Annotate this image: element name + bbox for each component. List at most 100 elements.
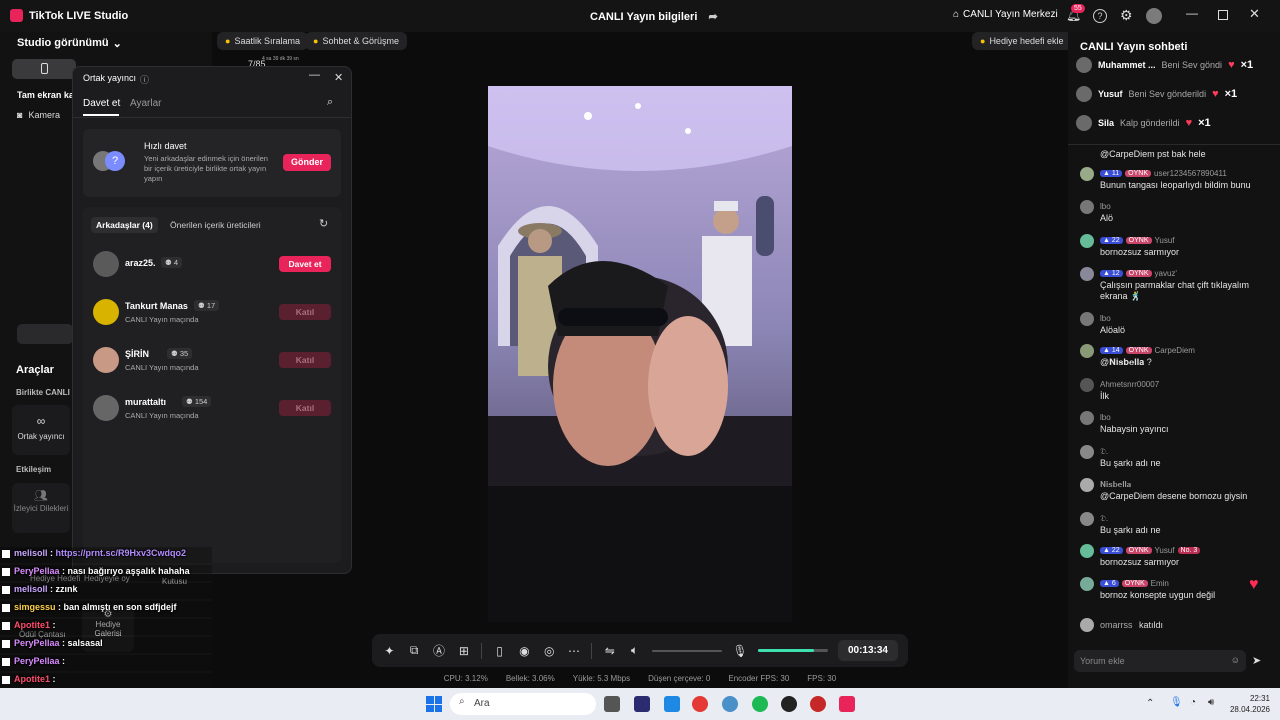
taskbar-clock[interactable]: 22:31 28.04.2026 <box>1228 693 1270 715</box>
capture-icon[interactable]: ◎ <box>542 643 557 659</box>
gift-action: Kalp gönderildi <box>1120 118 1180 128</box>
overlay-text: ban almıştı en son sdfjdejf <box>63 602 177 612</box>
taskbar-search[interactable]: ⌕ Ara <box>450 693 596 715</box>
cohost-tool[interactable]: ∞ Ortak yayıncı <box>12 405 70 455</box>
chat-username[interactable]: 𝐍𝐢𝐬𝐛𝐞𝐥𝐥𝐚 <box>1100 480 1131 490</box>
live-info-title[interactable]: CANLI Yayın bilgileri ➦ <box>590 10 718 23</box>
share-icon[interactable]: ➦ <box>708 11 717 23</box>
chat-message-meta: ▲ 6 OYNK Emin <box>1100 579 1169 588</box>
minimize-icon[interactable]: — <box>1186 6 1198 20</box>
invite-button[interactable]: Davet et <box>279 256 331 272</box>
tab-chat-call[interactable]: ● Sohbet & Görüşme <box>305 32 407 50</box>
speaker-icon[interactable]: 🔈︎ <box>627 643 642 659</box>
chat-username[interactable]: lbo <box>1100 413 1111 422</box>
chat-message-meta: ▲ 14 OYNK CarpeDiem <box>1100 346 1195 355</box>
medal-icon: ● <box>225 36 231 46</box>
camera-source[interactable]: ◙ Kamera <box>17 110 60 120</box>
chat-username[interactable]: CarpeDiem <box>1155 346 1195 355</box>
refresh-icon[interactable]: ↻ <box>319 217 328 230</box>
avatar <box>1080 544 1094 558</box>
avatar <box>1076 57 1092 73</box>
gear-icon[interactable]: ⚙ <box>1120 7 1133 24</box>
mic-volume-slider[interactable] <box>757 649 828 652</box>
overlay-chat-line: PeryPellaa : salsasal <box>2 638 103 648</box>
add-gift-goal-button[interactable]: ● Hediye hedefi ekle <box>972 32 1072 50</box>
maximize-icon[interactable] <box>1218 10 1228 20</box>
tab-hourly-ranking[interactable]: ● Saatlik Sıralama <box>217 32 308 50</box>
overlay-text: https://prnt.sc/R9Hxv3Cwdqo2 <box>55 548 187 558</box>
volume-icon[interactable]: 🔊︎ <box>1208 697 1214 708</box>
after-effects-icon[interactable] <box>634 696 650 712</box>
friend-count-value: 4 <box>173 258 178 267</box>
help-icon[interactable]: ? <box>1093 9 1107 23</box>
stream-control-bar: ✦ ⧉ Ⓐ ⊞ ▯ ◉ ◎ ⋯ ⇋ 🔈︎ 🎙︎ 00:13:34 <box>372 634 908 667</box>
windows-start-icon[interactable] <box>426 696 442 712</box>
add-source-button[interactable] <box>17 324 73 344</box>
magic-wand-icon[interactable]: ✦ <box>382 643 397 659</box>
tab-suggested-creators[interactable]: Önerilen içerik üreticileri <box>170 220 261 230</box>
viewer-requests-tool[interactable]: 👥︎ İzleyici Dilekleri <box>12 483 70 533</box>
chat-username[interactable]: Ahmetsnrr00007 <box>1100 380 1159 389</box>
add-source-icon[interactable]: ⊞ <box>456 643 471 659</box>
chat-username[interactable]: Yusuf <box>1155 236 1175 245</box>
tab-settings[interactable]: Ayarlar <box>130 98 162 109</box>
join-button[interactable]: Katıl <box>279 352 331 368</box>
chevron-up-icon[interactable]: ⌃ <box>1146 698 1154 709</box>
comment-input[interactable]: Yorum ekle ☺ <box>1074 650 1246 672</box>
sliders-icon[interactable]: ⇋ <box>602 643 617 659</box>
heart-icon[interactable]: ♥ <box>1249 576 1259 594</box>
overlay-badge-icon <box>2 621 10 630</box>
media-player-icon[interactable] <box>810 696 826 712</box>
overlay-sep: : <box>55 602 64 612</box>
send-button[interactable]: Gönder <box>283 154 331 171</box>
chat-username[interactable]: Yusuf <box>1155 546 1175 555</box>
task-view-icon[interactable] <box>604 696 620 712</box>
dialog-title: Ortak yayıncı ⓘ <box>83 73 149 86</box>
portrait-mode-button[interactable] <box>12 59 76 79</box>
tab-invite[interactable]: Davet et <box>83 98 120 109</box>
tiktok-logo-icon <box>10 9 23 22</box>
tab-friends[interactable]: Arkadaşlar (4) <box>91 217 158 233</box>
overlay-sep: : <box>59 656 68 666</box>
tiktok-live-studio-icon[interactable] <box>839 696 855 712</box>
send-icon[interactable]: ➤ <box>1252 654 1261 667</box>
avatar[interactable] <box>1146 8 1162 24</box>
chat-username[interactable]: Emin <box>1151 579 1169 588</box>
join-button[interactable]: Katıl <box>279 400 331 416</box>
taskbar-search-label: Ara <box>474 698 490 709</box>
chat-message-text: İlk <box>1100 391 1109 401</box>
emoji-icon[interactable]: ☺ <box>1231 655 1240 665</box>
close-icon[interactable]: ✕ <box>334 71 343 84</box>
chat-username[interactable]: user1234567890411 <box>1154 169 1227 178</box>
avatar <box>1076 115 1092 131</box>
studio-view-dropdown[interactable]: Studio görünümü ⌄ <box>17 37 122 50</box>
minimize-icon[interactable]: — <box>309 69 320 81</box>
phone-icon[interactable]: ▯ <box>492 643 507 659</box>
app-icon[interactable] <box>781 696 797 712</box>
chat-message-meta: 𝐍𝐢𝐬𝐛𝐞𝐥𝐥𝐚 <box>1100 480 1131 490</box>
spotify-icon[interactable] <box>752 696 768 712</box>
join-button[interactable]: Katıl <box>279 304 331 320</box>
chat-username[interactable]: 𝔇. <box>1100 447 1108 457</box>
speaker-volume-slider[interactable] <box>651 649 723 652</box>
settings-app-icon[interactable] <box>722 696 738 712</box>
chat-username[interactable]: 𝔇. <box>1100 514 1108 524</box>
search-icon[interactable]: ⌕ <box>327 96 333 109</box>
layout-icon[interactable]: ⧉ <box>407 643 422 659</box>
more-icon[interactable]: ⋯ <box>567 643 582 659</box>
microphone-icon[interactable]: 🎙︎ <box>732 643 747 659</box>
chat-username[interactable]: lbo <box>1100 314 1111 323</box>
record-icon[interactable]: ◉ <box>517 643 532 659</box>
friend-follower-count: ⚉ 4 <box>161 257 182 268</box>
live-center-link[interactable]: ⌂ CANLI Yayın Merkezi <box>953 9 1058 20</box>
outlook-icon[interactable] <box>664 696 680 712</box>
chat-username[interactable]: yavuz' <box>1155 269 1177 278</box>
microphone-icon[interactable]: 🎙︎ <box>1170 697 1183 708</box>
gift-icon: ♥ <box>1185 117 1193 129</box>
close-icon[interactable]: ✕ <box>1249 6 1260 22</box>
ai-icon[interactable]: Ⓐ <box>432 643 447 659</box>
network-icon[interactable]: ◔ <box>1190 697 1196 708</box>
chat-message-text: @𝐍𝐢𝐬𝐛𝐞𝐥𝐥𝐚 ? <box>1100 357 1152 367</box>
chat-username[interactable]: lbo <box>1100 202 1111 211</box>
chrome-icon[interactable] <box>692 696 708 712</box>
